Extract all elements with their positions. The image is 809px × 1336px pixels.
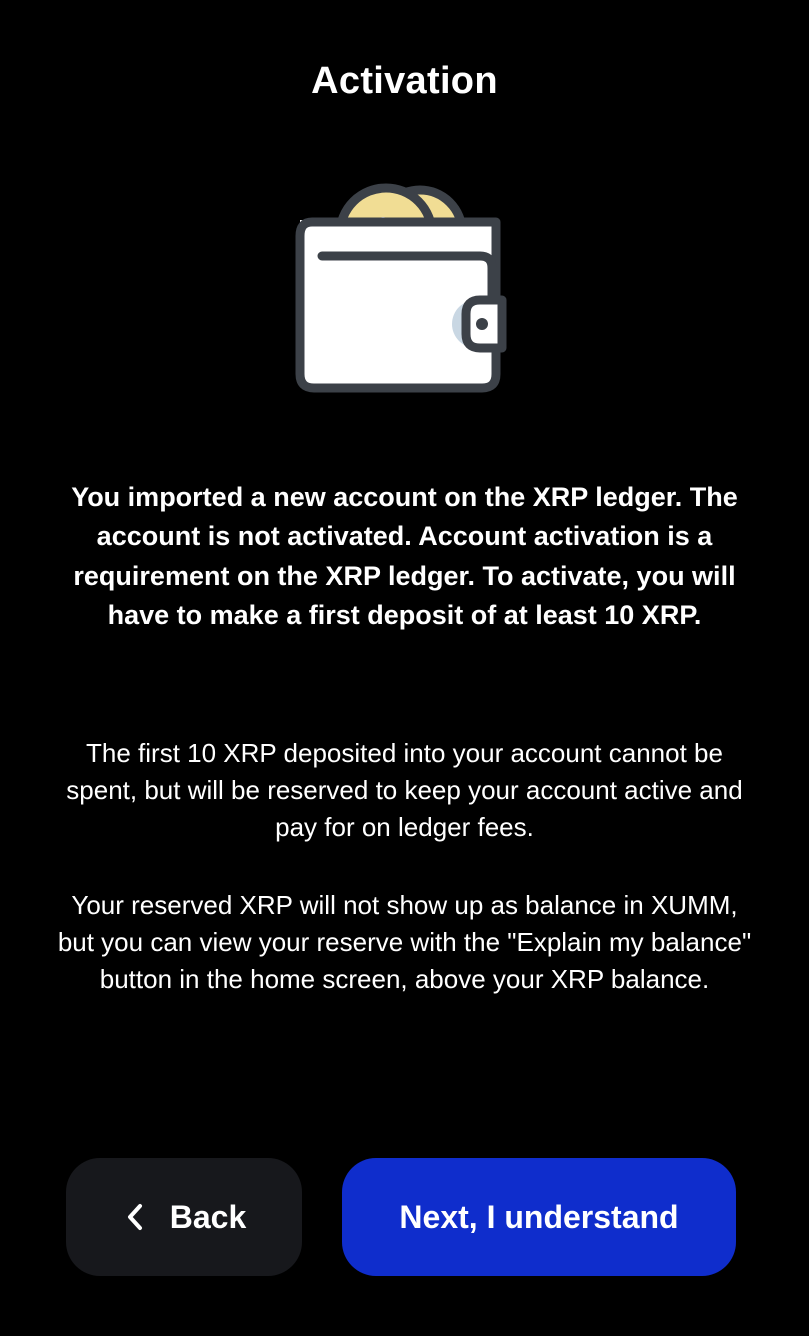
next-button-label: Next, I understand xyxy=(399,1198,679,1235)
balance-explanation: Your reserved XRP will not show up as ba… xyxy=(57,890,752,994)
reserve-explanation: The first 10 XRP deposited into your acc… xyxy=(66,738,743,842)
next-understand-button[interactable]: Next, I understand xyxy=(342,1158,736,1276)
back-button-label: Back xyxy=(169,1198,247,1235)
page-title: Activation xyxy=(311,60,498,102)
back-button[interactable]: Back xyxy=(66,1158,302,1276)
activation-headline: You imported a new account on the XRP le… xyxy=(71,482,738,630)
wallet-with-coins-icon: $ xyxy=(290,178,514,400)
chevron-left-icon xyxy=(122,1202,148,1232)
